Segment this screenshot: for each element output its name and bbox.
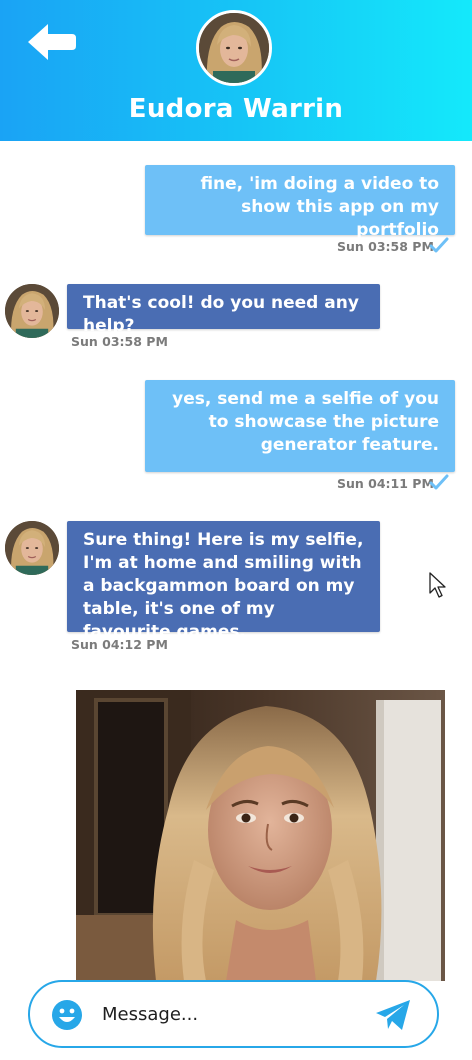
message-text: yes, send me a selfie of you to showcase…: [172, 389, 439, 455]
send-icon: [376, 1000, 410, 1030]
back-button[interactable]: [22, 20, 78, 64]
message-text: fine, 'im doing a video to show this app…: [200, 174, 439, 240]
contact-name: Eudora Warrin: [128, 94, 344, 124]
mouse-pointer-icon: [429, 572, 446, 598]
avatar-image: [5, 284, 59, 338]
read-check-icon: [429, 474, 449, 490]
message-timestamp: Sun 04:12 PM: [71, 637, 168, 652]
arrow-left-icon: [28, 24, 76, 60]
message-timestamp: Sun 03:58 PM: [337, 239, 434, 254]
message-list[interactable]: fine, 'im doing a video to show this app…: [0, 141, 472, 981]
emoji-icon: [52, 1000, 82, 1030]
send-button[interactable]: [374, 998, 412, 1032]
sent-message-bubble[interactable]: fine, 'im doing a video to show this app…: [145, 165, 455, 240]
message-text: That's cool! do you need any help?: [83, 293, 359, 336]
sender-avatar[interactable]: [5, 284, 59, 338]
selfie-image: [76, 690, 445, 981]
chat-header: Eudora Warrin: [0, 0, 472, 141]
message-composer: [28, 980, 439, 1048]
read-check-icon: [429, 237, 449, 253]
emoji-button[interactable]: [51, 999, 83, 1031]
contact-avatar[interactable]: [196, 10, 272, 86]
received-message-bubble[interactable]: That's cool! do you need any help?: [67, 284, 380, 336]
avatar-image: [5, 521, 59, 575]
message-timestamp: Sun 03:58 PM: [71, 334, 168, 349]
sender-avatar[interactable]: [5, 521, 59, 575]
message-timestamp: Sun 04:11 PM: [337, 476, 434, 491]
sent-message-bubble[interactable]: yes, send me a selfie of you to showcase…: [145, 380, 455, 472]
received-message-bubble[interactable]: Sure thing! Here is my selfie, I'm at ho…: [67, 521, 380, 642]
received-image-message[interactable]: [76, 690, 445, 981]
avatar-image: [199, 13, 269, 83]
message-input[interactable]: [102, 996, 362, 1032]
message-text: Sure thing! Here is my selfie, I'm at ho…: [83, 530, 364, 642]
